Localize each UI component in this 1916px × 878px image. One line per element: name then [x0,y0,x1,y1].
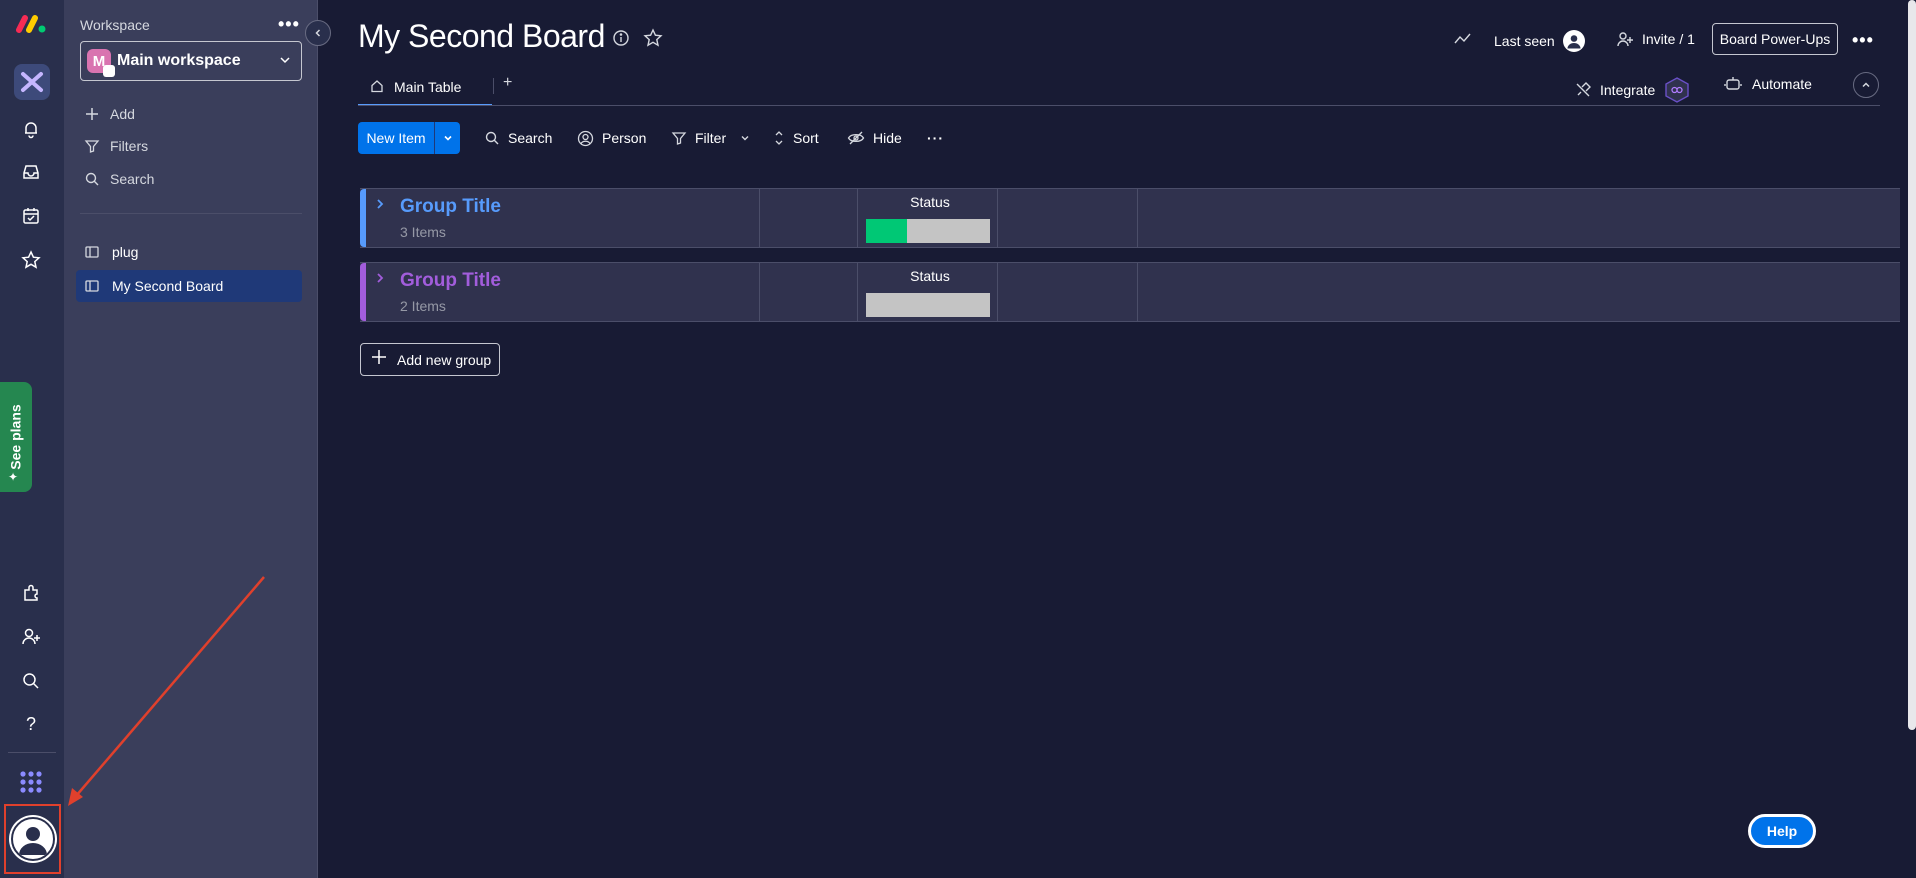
board-power-ups-button[interactable]: Board Power-Ups [1712,23,1838,55]
group-title[interactable]: Group Title [400,270,501,292]
automate-label: Automate [1752,76,1812,92]
toolbar-sort-button[interactable]: Sort [773,122,819,154]
column-divider [1137,189,1138,247]
chevron-right-icon[interactable] [374,271,386,288]
column-divider [1137,263,1138,321]
toolbar-person-button[interactable]: Person [577,122,646,154]
tab-main-table-label: Main Table [394,79,462,95]
column-divider [857,263,858,321]
status-column-header[interactable]: Status [860,268,1000,284]
group-item-count: 2 Items [400,298,446,314]
integrate-label: Integrate [1600,82,1656,98]
status-column-header[interactable]: Status [860,194,1000,210]
column-divider [759,263,760,321]
toolbar-filter-button[interactable]: Filter [671,122,750,154]
activity-icon[interactable] [1454,31,1472,47]
chevron-down-icon[interactable] [740,133,750,143]
search-icon [484,130,500,146]
new-item-dropdown-button[interactable] [434,122,460,154]
sort-icon [773,130,785,146]
toolbar-sort-label: Sort [793,130,819,146]
group-color-bar [360,263,366,321]
tab-separator [493,78,494,94]
toolbar-search-label: Search [508,130,553,146]
last-seen-label: Last seen [1494,33,1555,49]
toolbar-hide-label: Hide [873,130,902,146]
robot-icon [1724,76,1742,92]
group-1: Group Title 3 Items Status [360,188,1900,248]
tab-main-table[interactable]: Main Table [358,70,492,106]
chevron-right-icon[interactable] [374,197,386,214]
status-battery [866,219,990,243]
scrollbar[interactable] [1908,0,1916,730]
help-button[interactable]: Help [1748,814,1816,848]
invite-button[interactable]: Invite / 1 [1616,30,1695,48]
toolbar-filter-label: Filter [695,130,727,146]
add-view-button[interactable]: + [503,74,512,92]
home-icon [370,79,384,96]
info-icon[interactable] [612,29,630,47]
new-item-split-button: New Item [358,122,460,154]
invite-label: Invite / 1 [1642,31,1695,47]
filter-icon [671,130,687,146]
board-more-icon[interactable]: ••• [1852,30,1874,51]
column-divider [857,189,858,247]
annotation-arrow [68,576,265,806]
automate-button[interactable]: Automate [1724,76,1812,92]
tabs-divider [358,105,1880,106]
add-new-group-button[interactable]: Add new group [360,343,500,376]
chevron-down-icon [443,135,452,141]
status-done-segment [866,219,907,243]
collapse-sidebar-button[interactable] [305,20,331,46]
chevron-up-icon [1862,82,1870,88]
plus-icon [371,348,387,371]
group-2: Group Title 2 Items Status [360,262,1900,322]
person-icon [577,130,594,147]
toolbar-person-label: Person [602,130,647,146]
add-new-group-label: Add new group [397,351,492,368]
page-title[interactable]: My Second Board [358,18,605,55]
integrate-icon [1574,81,1592,99]
integrate-button[interactable]: Integrate [1574,76,1691,104]
invite-icon [1616,30,1634,48]
toolbar-hide-button[interactable]: Hide [847,122,902,154]
group-item-count: 3 Items [400,224,446,240]
collapse-header-button[interactable] [1853,72,1879,98]
group-color-bar [360,189,366,247]
toolbar-more-button[interactable]: ··· [927,122,944,154]
star-icon[interactable] [643,28,663,48]
toolbar-search-button[interactable]: Search [484,122,552,154]
integrations-hex-icon [1663,76,1691,104]
user-avatar-icon [1562,30,1585,52]
group-title[interactable]: Group Title [400,196,501,218]
eye-off-icon [847,130,865,146]
new-item-button[interactable]: New Item [358,122,434,154]
last-seen-button[interactable]: Last seen [1494,30,1585,52]
chevron-left-icon [315,29,321,37]
status-battery [866,293,990,317]
column-divider [759,189,760,247]
